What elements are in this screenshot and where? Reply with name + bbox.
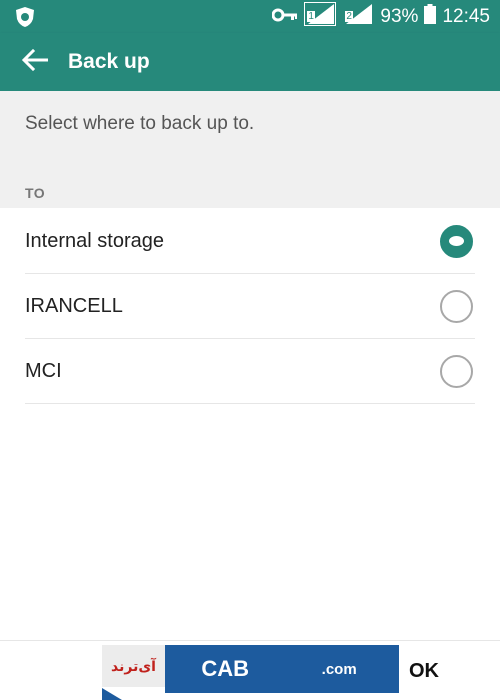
description-text: Select where to back up to.: [25, 113, 255, 134]
radio-button-selected[interactable]: [440, 224, 473, 258]
option-mci[interactable]: MCI: [25, 339, 475, 404]
option-internal-storage[interactable]: Internal storage: [25, 209, 475, 274]
ok-button[interactable]: OK: [409, 660, 439, 683]
sim1-label: 1: [307, 10, 315, 22]
description-section: Select where to back up to. TO: [0, 91, 500, 208]
radio-button[interactable]: [440, 289, 473, 323]
watermark-tail: [102, 688, 122, 700]
key-icon: [271, 6, 298, 28]
watermark-brand: CAB .com: [165, 645, 399, 693]
option-label: IRANCELL: [25, 294, 123, 317]
watermark-brand-text: CAB: [201, 656, 249, 681]
status-bar: 1 2 93% 12:45: [0, 0, 500, 33]
battery-percent: 93%: [380, 5, 419, 27]
signal-sim2-icon: 2: [342, 2, 374, 32]
option-label: Internal storage: [25, 229, 164, 252]
watermark-domain: .com: [321, 660, 357, 678]
watermark-persian-text: آی‌ترند: [102, 645, 165, 687]
sim2-label: 2: [345, 10, 353, 22]
signal-sim1-icon: 1: [304, 1, 337, 32]
app-notification-icon: [14, 6, 36, 28]
clock: 12:45: [442, 5, 490, 27]
radio-button[interactable]: [440, 354, 473, 388]
arrow-back-icon: [21, 48, 49, 76]
option-irancell[interactable]: IRANCELL: [25, 274, 475, 339]
backup-destination-list: Internal storage IRANCELL MCI: [0, 209, 500, 404]
option-label: MCI: [25, 359, 62, 382]
app-bar: Back up: [0, 33, 500, 91]
watermark-logo: آی‌ترند CAB .com: [102, 645, 399, 693]
section-header: TO: [25, 185, 46, 201]
battery-icon: [424, 3, 437, 30]
back-button[interactable]: [0, 33, 60, 91]
page-title: Back up: [68, 50, 150, 73]
